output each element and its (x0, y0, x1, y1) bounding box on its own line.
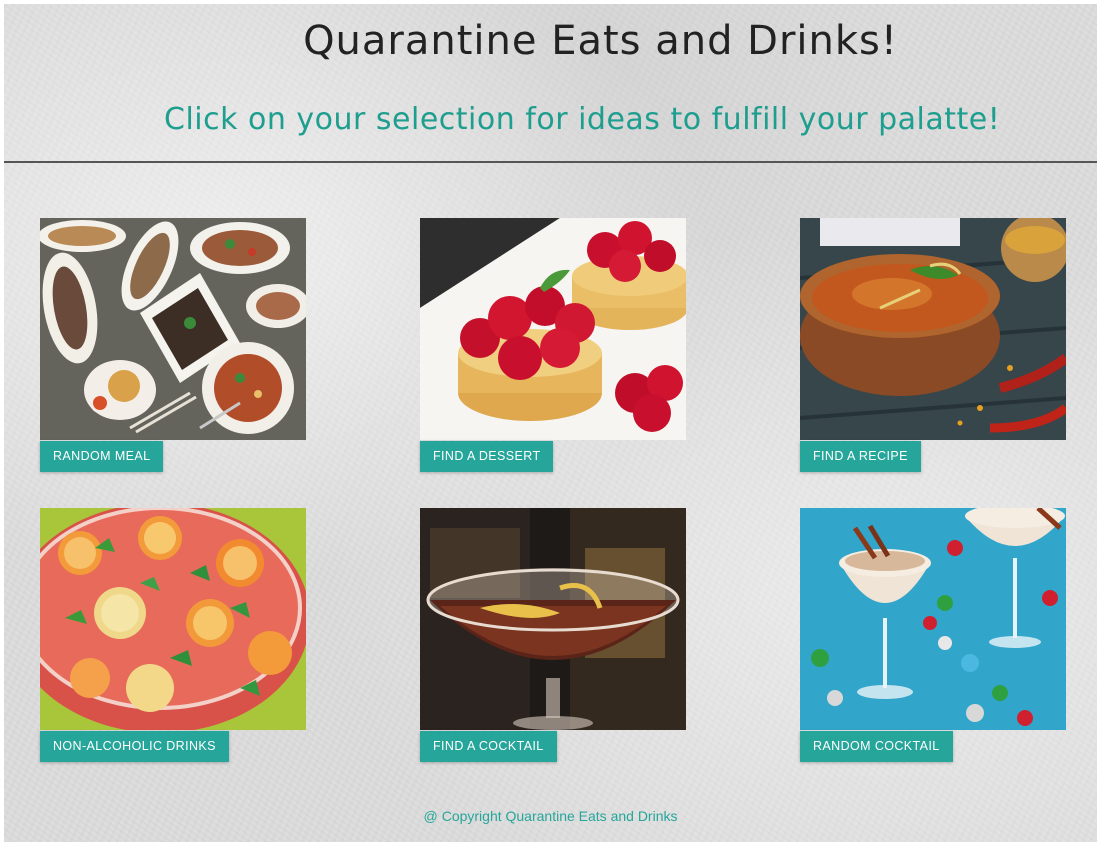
card-find-recipe: FIND A RECIPE (800, 218, 1066, 472)
card-non-alcoholic-drinks: NON-ALCOHOLIC DRINKS (40, 508, 306, 762)
random-cocktail-button[interactable]: RANDOM COCKTAIL (800, 731, 953, 762)
find-cocktail-button[interactable]: FIND A COCKTAIL (420, 731, 557, 762)
copyright-symbol: @ (423, 808, 438, 824)
eggnog-cocktails-photo[interactable] (800, 508, 1066, 730)
page-frame: Quarantine Eats and Drinks! Click on you… (4, 4, 1097, 842)
header-divider (4, 161, 1097, 163)
cocktail-glass-photo[interactable] (420, 508, 686, 730)
card-find-cocktail: FIND A COCKTAIL (420, 508, 686, 762)
curry-bowl-photo[interactable] (800, 218, 1066, 440)
card-random-meal: RANDOM MEAL (40, 218, 306, 472)
page-subtitle: Click on your selection for ideas to ful… (164, 102, 1001, 137)
raspberry-tarts-photo[interactable] (420, 218, 686, 440)
find-dessert-button[interactable]: FIND A DESSERT (420, 441, 554, 472)
header: Quarantine Eats and Drinks! Click on you… (4, 4, 1097, 160)
fruit-punch-bowl-photo[interactable] (40, 508, 306, 730)
find-recipe-button[interactable]: FIND A RECIPE (800, 441, 921, 472)
page-title: Quarantine Eats and Drinks! (303, 18, 898, 64)
assorted-asian-dishes-photo[interactable] (40, 218, 306, 440)
footer: @ Copyright Quarantine Eats and Drinks (4, 808, 1097, 824)
card-random-cocktail: RANDOM COCKTAIL (800, 508, 1066, 762)
copyright-text: Copyright Quarantine Eats and Drinks (441, 808, 678, 824)
non-alcoholic-drinks-button[interactable]: NON-ALCOHOLIC DRINKS (40, 731, 229, 762)
card-find-dessert: FIND A DESSERT (420, 218, 686, 472)
random-meal-button[interactable]: RANDOM MEAL (40, 441, 164, 472)
